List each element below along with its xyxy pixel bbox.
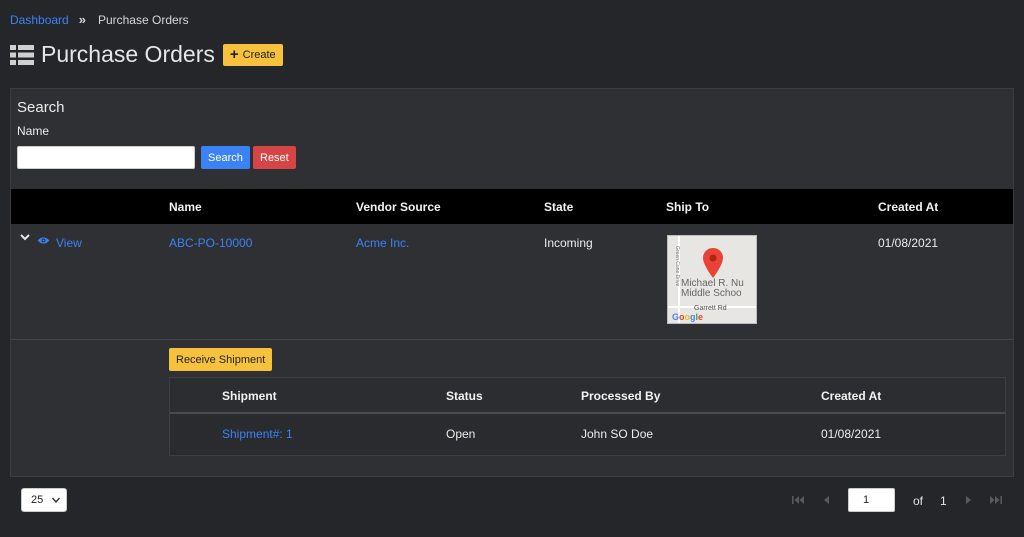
column-header-status[interactable]: Status [446, 389, 483, 403]
row-divider [11, 339, 1013, 340]
search-button[interactable]: Search [201, 146, 250, 169]
breadcrumb: Dashboard » Purchase Orders [10, 12, 189, 27]
state-cell: Incoming [544, 236, 593, 250]
search-heading: Search [17, 99, 65, 116]
map-place-line2: Middle Schoo [681, 288, 742, 299]
map-pin-icon [703, 248, 723, 278]
map-street2-label: Garrett Rd [694, 305, 727, 312]
purchase-orders-panel: Search Name Search Reset Name Vendor Sou… [10, 88, 1014, 477]
table-header: Name Vendor Source State Ship To Created… [11, 189, 1013, 224]
vendor-link[interactable]: Acme Inc. [356, 236, 409, 250]
list-icon [10, 44, 34, 65]
receive-shipment-button[interactable]: Receive Shipment [169, 348, 273, 371]
page-of-label: of [913, 494, 924, 508]
shipment-link[interactable]: Shipment#: 1 [222, 427, 293, 441]
per-page-value: 25 [31, 494, 44, 506]
column-header-name[interactable]: Name [169, 200, 202, 214]
next-page-icon[interactable] [963, 495, 975, 505]
page-title: Purchase Orders [41, 41, 215, 67]
column-header-ship-to[interactable]: Ship To [666, 200, 709, 214]
total-pages: 1 [940, 494, 947, 508]
create-button-label: Create [242, 48, 276, 61]
eye-icon [37, 237, 50, 244]
view-link[interactable]: View [56, 236, 82, 250]
shipment-status-cell: Open [446, 427, 476, 441]
column-header-vendor-source[interactable]: Vendor Source [356, 200, 441, 214]
map-street-label: Green Cone Drive [674, 246, 680, 287]
created-at-cell: 01/08/2021 [878, 236, 939, 250]
create-button[interactable]: + Create [222, 43, 283, 66]
breadcrumb-dashboard-link[interactable]: Dashboard [10, 13, 69, 27]
page-number-value: 1 [863, 494, 870, 506]
shipments-table-header: Shipment Status Processed By Created At [170, 378, 1005, 414]
first-page-icon[interactable] [792, 495, 804, 505]
column-header-processed-by[interactable]: Processed By [581, 389, 660, 403]
ship-to-map[interactable]: Green Cone Drive Michael R. Nu Middle Sc… [667, 235, 757, 324]
chevron-down-icon[interactable] [20, 232, 30, 242]
per-page-select[interactable]: 25 [21, 488, 67, 512]
map-place-label: Michael R. Nu Middle Schoo [681, 279, 744, 299]
column-header-shipment-created-at[interactable]: Created At [821, 389, 881, 403]
chevron-down-icon [52, 497, 60, 503]
po-name-link[interactable]: ABC-PO-10000 [169, 236, 252, 250]
shipments-table: Shipment Status Processed By Created At … [169, 377, 1006, 456]
breadcrumb-separator: » [78, 12, 86, 27]
name-label: Name [17, 124, 50, 138]
plus-icon: + [229, 46, 239, 63]
column-header-shipment[interactable]: Shipment [222, 389, 277, 403]
previous-page-icon[interactable] [820, 495, 832, 505]
reset-button[interactable]: Reset [253, 146, 296, 169]
shipment-created-at-cell: 01/08/2021 [821, 427, 882, 441]
google-logo: Google [672, 312, 704, 322]
page-header: Purchase Orders + Create [10, 41, 283, 68]
last-page-icon[interactable] [990, 495, 1002, 505]
column-header-created-at[interactable]: Created At [878, 200, 938, 214]
processed-by-cell: John SO Doe [581, 427, 654, 441]
page-number-input[interactable]: 1 [848, 488, 895, 512]
name-search-input[interactable] [17, 146, 195, 169]
breadcrumb-current: Purchase Orders [97, 12, 189, 27]
column-header-state[interactable]: State [544, 200, 573, 214]
